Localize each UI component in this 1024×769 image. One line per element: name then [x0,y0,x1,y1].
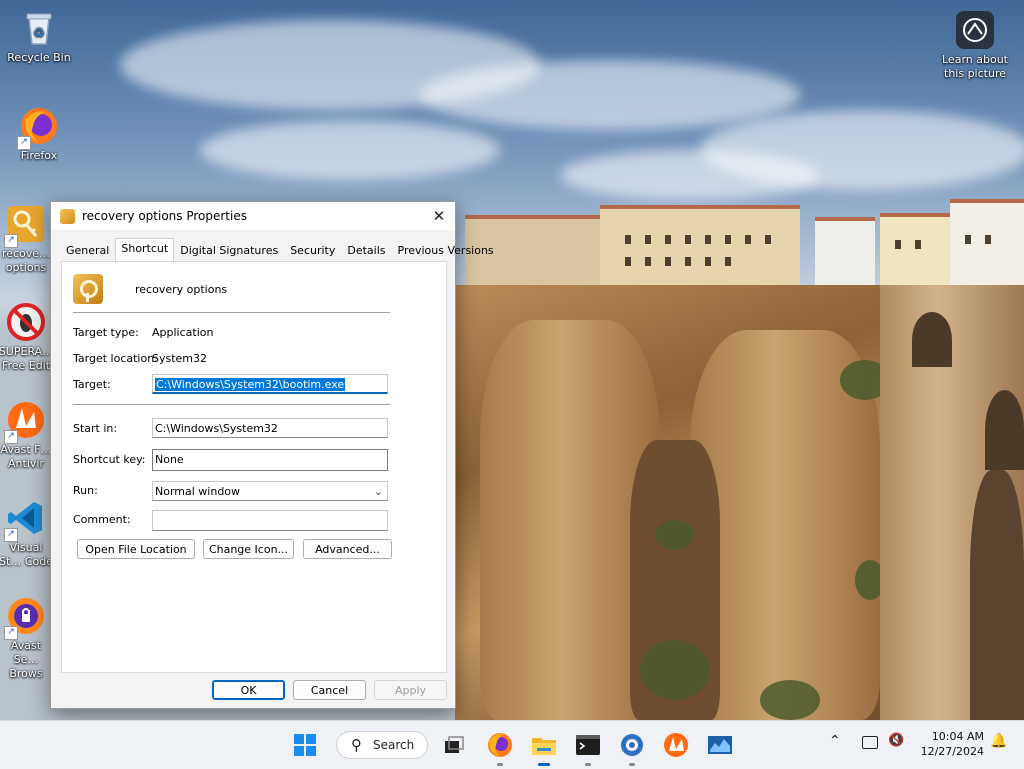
chevron-down-icon: ⌄ [373,485,383,498]
ok-button[interactable]: OK [212,680,285,700]
target-location-value: System32 [152,352,208,365]
learn-about-picture[interactable]: Learn about this picture [936,10,1014,81]
shortcut-key-label: Shortcut key: [73,453,146,466]
desktop-icon-avast-antivirus[interactable]: ↗ Avast F… Antivir [0,400,54,471]
taskbar-resource-monitor[interactable] [704,729,736,761]
shortcut-arrow-icon: ↗ [4,430,18,444]
desktop-icon-label: SUPERA… Free Edit [0,345,54,372]
tab-bar: General Shortcut Digital Signatures Secu… [60,238,500,264]
terminal-icon [576,735,600,755]
start-in-field[interactable]: C:\Windows\System32 [152,418,388,438]
key-icon: ↗ [4,204,46,248]
folder-icon [532,738,556,755]
shortcut-name: recovery options [135,283,228,296]
run-label: Run: [73,484,98,497]
taskbar-search[interactable]: ⚲ Search [336,731,428,759]
run-select-value: Normal window [155,485,241,498]
desktop-icon-recycle-bin[interactable]: ♻ Recycle Bin [2,8,76,65]
avast-secure-browser-icon: ↗ [4,596,46,640]
open-file-location-button[interactable]: Open File Location [77,539,195,559]
vscode-icon: ↗ [4,498,46,542]
dialog-title: recovery options Properties [82,209,247,223]
clock-time: 10:04 AM [931,730,984,743]
taskbar-file-explorer[interactable] [528,729,560,766]
desktop-icon-recovery-options[interactable]: ↗ recove… options [0,204,54,275]
change-icon-button[interactable]: Change Icon... [203,539,294,559]
advanced-button[interactable]: Advanced... [303,539,392,559]
shortcut-arrow-icon: ↗ [17,136,31,150]
run-select[interactable]: Normal window ⌄ [152,481,388,501]
target-type-value: Application [152,326,214,339]
shortcut-key-field[interactable]: None [152,449,388,471]
desktop-icon-superantispyware[interactable]: SUPERA… Free Edit [0,302,54,373]
apply-button[interactable]: Apply [374,680,447,700]
target-field[interactable]: C:\Windows\System32\bootim.exe [152,374,388,394]
start-in-label: Start in: [73,422,118,435]
firefox-icon [488,733,512,757]
avast-icon [664,733,688,757]
shortcut-panel: recovery options Target type: Applicatio… [61,261,447,673]
start-button[interactable] [289,729,321,761]
volume-muted-icon[interactable]: 🔇 [888,733,904,748]
search-icon: ⚲ [351,736,362,754]
comment-label: Comment: [73,513,131,526]
target-type-label: Target type: [73,326,139,339]
shortcut-arrow-icon: ↗ [4,626,18,640]
no-bug-icon [6,302,46,342]
learn-about-label: Learn about this picture [942,53,1008,80]
taskbar-firefox[interactable] [484,729,516,766]
avast-icon: ↗ [4,400,46,444]
properties-dialog: recovery options Properties ✕ General Sh… [50,201,494,709]
desktop-icon-label: Avast F… Antivir [0,443,52,470]
desktop-icon-label: Avast Se… Brows [9,639,43,680]
desktop-icon-firefox[interactable]: ↗ Firefox [2,106,76,163]
clock-date: 12/27/2024 [920,745,984,758]
camera-icon [955,10,995,50]
divider [73,312,390,313]
windows-icon [294,734,316,756]
target-label: Target: [73,378,111,391]
svg-text:♻: ♻ [33,26,45,41]
show-hidden-icons[interactable]: ⌃ [829,733,841,749]
target-field-text: C:\Windows\System32\bootim.exe [155,378,346,391]
task-view-icon [445,736,464,753]
clock[interactable]: 10:04 AM 12/27/2024 [921,729,984,759]
comment-field[interactable] [152,510,388,531]
shortcut-arrow-icon: ↗ [4,234,18,248]
network-icon[interactable] [862,736,878,749]
notification-bell-icon[interactable]: 🔔 [990,733,1007,749]
desktop-icon-label: Firefox [20,149,58,162]
desktop-icon-label: Recycle Bin [7,51,71,64]
taskbar-terminal[interactable] [572,729,604,766]
target-location-label: Target location: [73,352,158,365]
key-icon [60,209,75,224]
cancel-button[interactable]: Cancel [293,680,366,700]
shortcut-arrow-icon: ↗ [4,528,18,542]
shortcut-file-icon [73,274,103,304]
desktop-icon-vscode[interactable]: ↗ Visual St… Code [0,498,54,569]
monitor-chart-icon [708,736,732,754]
desktop-icon-avast-browser[interactable]: ↗ Avast Se… Brows [0,596,54,681]
globe-gear-icon [621,734,643,756]
taskbar: ⚲ Search ⌃ 🔇 10:04 AM 12/27/2024 🔔 [0,720,1024,769]
dialog-titlebar[interactable]: recovery options Properties ✕ [51,202,455,230]
divider [73,404,390,405]
taskbar-network-tool[interactable] [616,729,648,766]
desktop-icon-label: recove… options [1,247,51,274]
recycle-bin-icon: ♻ [19,8,59,48]
firefox-icon: ↗ [17,106,59,150]
close-button[interactable]: ✕ [423,202,455,230]
search-label: Search [373,738,415,752]
taskbar-avast[interactable] [660,729,692,761]
desktop-icon-label: Visual St… Code [0,541,53,568]
task-view-button[interactable] [438,729,470,761]
